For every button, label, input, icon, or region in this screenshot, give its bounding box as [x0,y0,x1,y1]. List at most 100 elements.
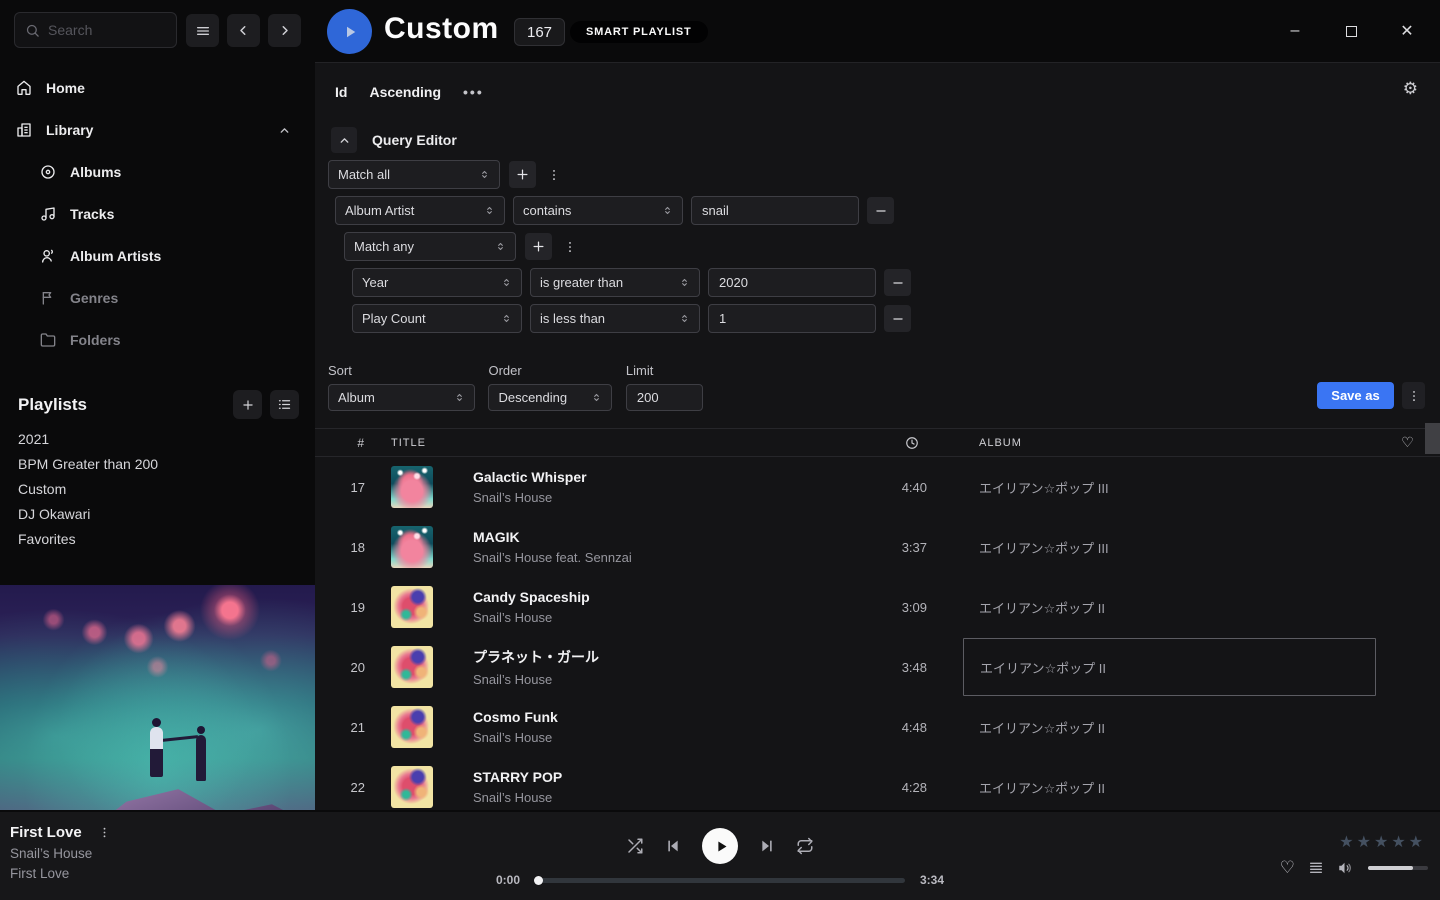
duration-column-clock-icon[interactable] [905,436,941,450]
favorite-column-heart-icon[interactable]: ♡ [1401,434,1415,451]
volume-slider[interactable] [1368,866,1428,870]
group-options-button[interactable] [545,168,563,182]
save-as-button[interactable]: Save as [1317,382,1394,409]
rating-stars[interactable]: ★★★★★ [1339,832,1426,852]
rule-operator-select[interactable]: is greater than [530,268,700,297]
playlist-item[interactable]: 2021 [18,427,315,452]
query-group: Match all [315,160,1440,225]
minimize-icon: – [1291,22,1300,40]
remove-rule-button[interactable] [884,269,911,296]
match-type-select[interactable]: Match any [344,232,516,261]
playlist-item[interactable]: Custom [18,477,315,502]
track-album-cell[interactable]: エイリアン☆ポップ II [973,758,1376,810]
track-album-cell[interactable]: エイリアン☆ポップ II [973,698,1376,756]
playlist-item[interactable]: BPM Greater than 200 [18,452,315,477]
more-options-button[interactable]: ••• [463,84,484,100]
track-duration: 4:48 [871,720,941,735]
playlist-list-button[interactable] [270,390,299,419]
group-options-button[interactable] [561,240,579,254]
collapse-query-editor-button[interactable] [331,127,357,153]
chevron-right-icon [277,23,292,38]
table-row[interactable]: 17 Galactic Whisper Snail’s House 4:40 エ… [315,457,1440,517]
elapsed-time: 0:00 [486,873,520,887]
chevron-up-icon[interactable] [278,124,291,137]
sort-select[interactable]: Album [328,384,475,411]
sidebar-item-home[interactable]: Home [16,74,299,102]
search-input[interactable] [48,22,158,38]
sidebar-item-library[interactable]: Library [16,116,299,144]
sidebar-item-label: Tracks [70,206,114,222]
queue-icon[interactable] [1308,860,1324,876]
close-button[interactable]: ✕ [1394,18,1420,44]
scrollbar-thumb[interactable] [1425,423,1440,454]
gear-icon[interactable]: ⚙ [1403,79,1418,99]
match-type-select[interactable]: Match all [328,160,500,189]
sidebar-item-albums[interactable]: Albums [40,158,323,186]
rule-field-select[interactable]: Album Artist [335,196,505,225]
playlist-item[interactable]: DJ Okawari [18,502,315,527]
track-album-cell[interactable]: エイリアン☆ポップ II [963,638,1376,696]
order-select[interactable]: Descending [488,384,612,411]
track-album-cell[interactable]: エイリアン☆ポップ III [973,518,1376,576]
sidebar-item-album-artists[interactable]: Album Artists [40,242,323,270]
now-playing-options-button[interactable] [96,826,114,839]
rule-field-select[interactable]: Year [352,268,522,297]
play-pause-button[interactable] [702,828,738,864]
table-row[interactable]: 18 MAGIK Snail’s House feat. Sennzai 3:3… [315,517,1440,577]
search-icon [25,23,40,38]
track-artwork-thumbnail [391,586,433,628]
favorite-heart-icon[interactable]: ♡ [1280,858,1295,878]
seek-handle[interactable] [534,876,543,885]
table-row[interactable]: 19 Candy Spaceship Snail’s House 3:09 エイ… [315,577,1440,637]
column-index[interactable]: # [315,436,373,450]
sidebar-item-genres[interactable]: Genres [40,284,323,312]
query-rule: Play Count is less than [352,304,1440,333]
limit-input[interactable] [626,384,703,411]
plus-icon [515,167,530,182]
smart-playlist-badge: SMART PLAYLIST [570,21,708,43]
table-row[interactable]: 20 プラネット・ガール Snail’s House 3:48 エイリアン☆ポッ… [315,637,1440,697]
track-album-cell[interactable]: エイリアン☆ポップ III [973,458,1376,516]
seek-bar[interactable] [535,878,905,883]
play-playlist-button[interactable] [327,9,372,54]
track-artist: Snail’s House feat. Sennzai [473,550,871,565]
select-caret-icon [454,392,465,403]
column-title[interactable]: TITLE [391,437,871,449]
previous-track-button[interactable] [665,838,681,854]
repeat-button[interactable] [796,837,814,855]
back-button[interactable] [227,14,260,47]
add-playlist-button[interactable] [233,390,262,419]
remove-rule-button[interactable] [867,197,894,224]
add-rule-button[interactable] [509,161,536,188]
volume-icon[interactable] [1337,859,1355,877]
table-row[interactable]: 21 Cosmo Funk Snail’s House 4:48 エイリアン☆ポ… [315,697,1440,757]
sort-field-button[interactable]: Id [335,84,347,100]
progress-section: 0:00 3:34 [486,873,954,887]
remove-rule-button[interactable] [884,305,911,332]
rule-value-input[interactable] [691,196,859,225]
playlist-item[interactable]: Favorites [18,527,315,552]
table-row[interactable]: 22 STARRY POP Snail’s House 4:28 エイリアン☆ポ… [315,757,1440,810]
next-track-button[interactable] [759,838,775,854]
search-box[interactable] [14,12,177,48]
more-vertical-icon [563,240,577,254]
track-album-cell[interactable]: エイリアン☆ポップ II [973,578,1376,636]
rule-operator-select[interactable]: contains [513,196,683,225]
sidebar-item-folders[interactable]: Folders [40,326,323,354]
rule-value-input[interactable] [708,304,876,333]
column-album[interactable]: ALBUM [973,437,1376,449]
menu-button[interactable] [186,14,219,47]
maximize-button[interactable] [1338,18,1364,44]
rule-value-input[interactable] [708,268,876,297]
shuffle-button[interactable] [626,837,644,855]
add-rule-button[interactable] [525,233,552,260]
sort-direction-button[interactable]: Ascending [369,84,441,100]
repeat-icon [796,837,814,855]
minimize-button[interactable]: – [1282,18,1308,44]
now-playing-album: First Love [10,866,114,881]
sidebar-item-tracks[interactable]: Tracks [40,200,323,228]
forward-button[interactable] [268,14,301,47]
rule-operator-select[interactable]: is less than [530,304,700,333]
rule-field-select[interactable]: Play Count [352,304,522,333]
save-options-button[interactable] [1402,382,1425,409]
